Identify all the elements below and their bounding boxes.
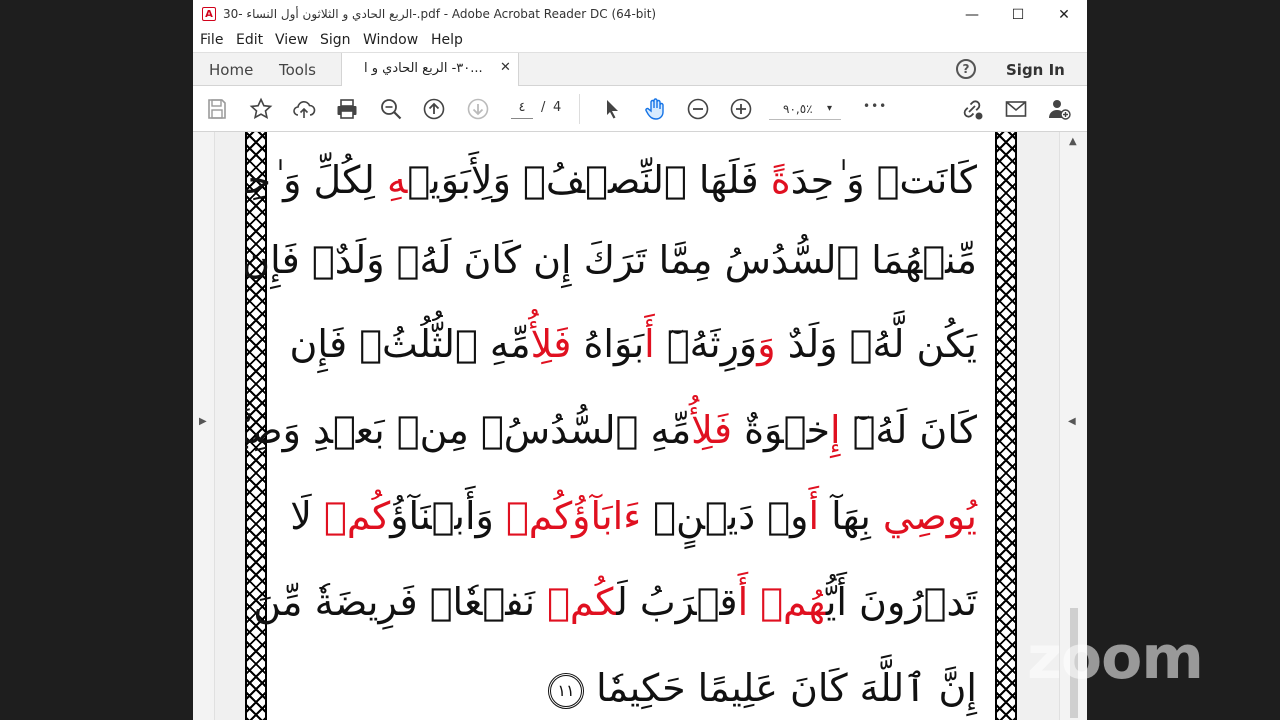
print-icon[interactable]: [335, 97, 359, 121]
left-panel-toggle[interactable]: ▶: [193, 132, 215, 720]
page-separator: /: [541, 100, 546, 115]
acrobat-window: A 30- الربع الحادي و الثلاثون أول النساء…: [193, 0, 1087, 720]
upload-icon[interactable]: [292, 97, 316, 121]
document-tab-label: ٣٠- الربع الحادي و ا...: [364, 61, 483, 76]
menu-edit[interactable]: Edit: [236, 32, 263, 48]
zoom-in-icon[interactable]: [729, 97, 753, 121]
scroll-up-icon[interactable]: ▲: [1069, 136, 1077, 147]
sign-in-button[interactable]: Sign In: [1006, 61, 1065, 79]
toolbar-divider: [579, 94, 580, 124]
zoom-out-icon[interactable]: [686, 97, 710, 121]
verse-line-4: كَانَ لَهُۥٓ إِخۡوَةٌ فَلِأُمِّهِ ٱلسُّد…: [245, 408, 977, 452]
chevron-down-icon: ▾: [827, 103, 833, 114]
close-button[interactable]: ✕: [1041, 0, 1087, 30]
page-border-right: [995, 132, 1017, 720]
verse-line-7: إِنَّ ٱللَّهَ كَانَ عَلِيمًا حَكِيمٗا ١١: [542, 666, 977, 710]
page-down-icon[interactable]: [466, 97, 490, 121]
document-area: ▶ كَانَتۡ وَ ٰحِدَةً فَلَهَا ٱلنِّصۡفُۚ …: [193, 132, 1087, 720]
hand-tool-icon[interactable]: [643, 97, 667, 121]
add-user-icon[interactable]: [1047, 97, 1071, 121]
minimize-button[interactable]: —: [949, 0, 995, 30]
menu-view[interactable]: View: [275, 32, 308, 48]
save-icon[interactable]: [205, 97, 229, 121]
menu-sign[interactable]: Sign: [320, 32, 351, 48]
email-icon[interactable]: [1004, 97, 1028, 121]
window-title: 30- الربع الحادي و الثلاثون أول النساء-.…: [223, 7, 657, 21]
zoom-watermark: zoom: [1027, 623, 1204, 693]
more-icon[interactable]: •••: [863, 99, 887, 113]
tab-document[interactable]: ٣٠- الربع الحادي و ا... ✕: [341, 53, 519, 87]
verse-line-6: تَدۡرُونَ أَيُّهُمۡ أَقۡرَبُ لَكُمۡ نَفۡ…: [245, 580, 977, 624]
menu-help[interactable]: Help: [431, 32, 463, 48]
tab-bar: Home Tools ٣٠- الربع الحادي و ا... ✕ ? S…: [193, 52, 1087, 87]
search-zoom-icon[interactable]: [379, 97, 403, 121]
zoom-level-dropdown[interactable]: ٩٠,٥٪ ▾: [769, 98, 841, 120]
menu-bar: File Edit View Sign Window Help: [193, 30, 1087, 52]
acrobat-icon: A: [202, 7, 216, 21]
title-bar: A 30- الربع الحادي و الثلاثون أول النساء…: [193, 0, 1087, 30]
quran-text: كَانَتۡ وَ ٰحِدَةً فَلَهَا ٱلنِّصۡفُۚ وَ…: [245, 132, 981, 720]
verse-line-3: يَكُن لَّهُۥ وَلَدٌ وَوَرِثَهُۥٓ أَبَوَا…: [289, 322, 977, 366]
chevron-right-icon[interactable]: ▶: [199, 416, 207, 427]
star-icon[interactable]: [249, 97, 273, 121]
pdf-page: كَانَتۡ وَ ٰحِدَةً فَلَهَا ٱلنِّصۡفُۚ وَ…: [245, 132, 1017, 720]
share-link-icon[interactable]: [960, 97, 984, 121]
zoom-level-value: ٩٠,٥٪: [783, 102, 813, 116]
chevron-left-icon[interactable]: ◀: [1068, 416, 1076, 427]
menu-window[interactable]: Window: [363, 32, 418, 48]
verse-line-5: يُوصِي بِهَآ أَوۡ دَيۡنٍۗ ءَابَآؤُكُمۡ و…: [290, 494, 977, 538]
help-icon[interactable]: ?: [956, 59, 976, 79]
ayah-number-marker: ١١: [547, 672, 584, 709]
tab-home[interactable]: Home: [209, 61, 253, 79]
toolbar: ٤ / 4 ٩٠,٥٪ ▾ •••: [193, 86, 1087, 132]
menu-file[interactable]: File: [200, 32, 223, 48]
select-cursor-icon[interactable]: [600, 97, 624, 121]
page-number-input[interactable]: ٤: [511, 98, 533, 119]
page-up-icon[interactable]: [422, 97, 446, 121]
maximize-button[interactable]: ☐: [995, 0, 1041, 30]
close-tab-icon[interactable]: ✕: [500, 60, 511, 75]
page-total: 4: [553, 100, 562, 115]
verse-line-2: مِّنۡهُمَا ٱلسُّدُسُ مِمَّا تَرَكَ إِن ك…: [245, 238, 977, 282]
tab-tools[interactable]: Tools: [279, 61, 316, 79]
verse-line-1: كَانَتۡ وَ ٰحِدَةً فَلَهَا ٱلنِّصۡفُۚ وَ…: [245, 158, 977, 202]
